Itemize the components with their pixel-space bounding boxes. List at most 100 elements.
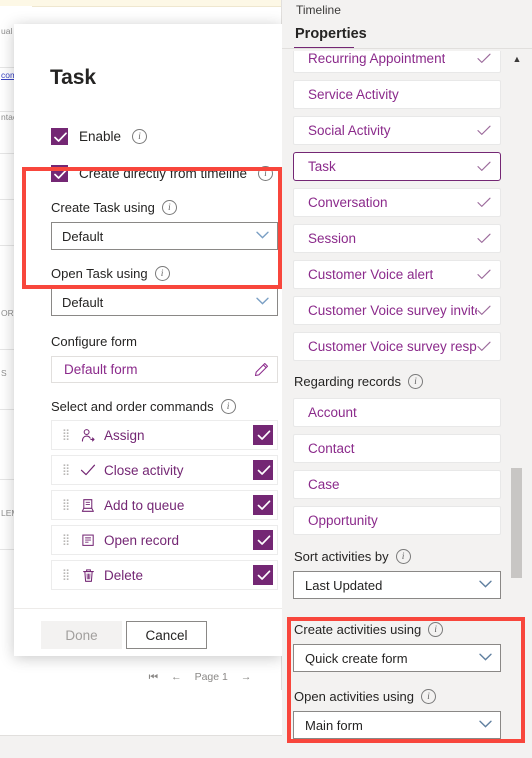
activity-item-social-activity[interactable]: Social Activity [293, 116, 501, 145]
activity-item-conversation[interactable]: Conversation [293, 188, 501, 217]
regarding-item-contact[interactable]: Contact [293, 434, 501, 463]
activity-item-customer-voice-survey-response[interactable]: Customer Voice survey response [293, 332, 501, 361]
checkmark-icon [477, 269, 491, 280]
configure-form-field[interactable]: Default form [51, 356, 278, 383]
pencil-icon[interactable] [254, 362, 269, 377]
create-directly-checkbox[interactable] [51, 165, 68, 182]
open-task-using-dropdown[interactable]: Default [51, 288, 278, 316]
open-task-using-label: Open Task using i [51, 266, 170, 281]
command-item[interactable]: ⣿ Add to queue [51, 490, 278, 520]
create-activities-value: Quick create form [305, 650, 408, 666]
enable-checkbox[interactable] [51, 128, 68, 145]
commands-list: ⣿ Assign ⣿ Close activity ⣿ Add to queue… [51, 420, 278, 595]
scroll-clip-mask [282, 49, 532, 51]
sort-activities-label: Sort activities by i [294, 549, 411, 564]
drag-handle-icon[interactable]: ⣿ [62, 570, 74, 581]
checkmark-icon [477, 341, 491, 352]
checkmark-icon [78, 463, 98, 477]
info-icon[interactable]: i [161, 200, 177, 215]
regarding-item-account[interactable]: Account [293, 398, 501, 427]
cancel-button[interactable]: Cancel [126, 621, 207, 649]
activity-label: Conversation [308, 195, 388, 210]
command-item[interactable]: ⣿ Close activity [51, 455, 278, 485]
regarding-item-case[interactable]: Case [293, 470, 501, 499]
drag-handle-icon[interactable]: ⣿ [62, 500, 74, 511]
activity-item-customer-voice-alert[interactable]: Customer Voice alert [293, 260, 501, 289]
pagination-control[interactable]: ⏮ ← Page 1 → [120, 664, 280, 690]
activity-item-service-activity[interactable]: Service Activity [293, 80, 501, 109]
command-checkbox[interactable] [253, 495, 273, 515]
activity-item-recurring-appointment[interactable]: Recurring Appointment [293, 49, 501, 73]
commands-label-text: Select and order commands [51, 399, 214, 414]
select-order-commands-label: Select and order commands i [51, 399, 236, 414]
scroll-up-icon[interactable]: ▲ [511, 54, 523, 64]
info-icon[interactable]: i [420, 689, 436, 704]
assign-person-icon [78, 428, 98, 443]
task-properties-dialog: Task Enable i Create directly from timel… [14, 24, 282, 656]
previous-page-icon[interactable]: ← [171, 671, 182, 683]
regarding-label: Account [308, 405, 357, 420]
create-directly-checkbox-row[interactable]: Create directly from timeline i [51, 165, 274, 182]
tab-properties[interactable]: Properties [295, 26, 367, 42]
properties-scrollbar-thumb[interactable] [511, 468, 522, 578]
dialog-footer: Done Cancel [14, 608, 282, 656]
create-activities-dropdown[interactable]: Quick create form [293, 644, 501, 672]
checkmark-icon [477, 305, 491, 316]
open-activities-dropdown[interactable]: Main form [293, 711, 501, 739]
command-label: Open record [104, 532, 180, 548]
info-icon[interactable]: i [428, 622, 444, 637]
drag-handle-icon[interactable]: ⣿ [62, 535, 74, 546]
configure-form-label: Configure form [51, 334, 137, 349]
activity-item-session[interactable]: Session [293, 224, 501, 253]
info-icon[interactable]: i [132, 129, 148, 144]
sort-activities-dropdown[interactable]: Last Updated [293, 571, 501, 599]
command-checkbox[interactable] [253, 425, 273, 445]
command-item[interactable]: ⣿ Open record [51, 525, 278, 555]
info-icon[interactable]: i [407, 374, 423, 389]
info-icon[interactable]: i [154, 266, 170, 281]
regarding-item-opportunity[interactable]: Opportunity [293, 506, 501, 535]
first-page-icon[interactable]: ⏮ [149, 671, 158, 684]
open-activities-value: Main form [305, 717, 363, 733]
activity-item-task[interactable]: Task [293, 152, 501, 181]
regarding-label: Contact [308, 441, 355, 456]
create-activities-label: Create activities using i [294, 622, 444, 637]
properties-panel: Timeline Properties Recurring Appointmen… [282, 0, 532, 757]
command-checkbox[interactable] [253, 460, 273, 480]
activity-label: Task [308, 159, 336, 174]
drag-handle-icon[interactable]: ⣿ [62, 465, 74, 476]
open-activities-label: Open activities using i [294, 689, 436, 704]
breadcrumb[interactable]: Timeline [296, 3, 341, 17]
create-directly-label: Create directly from timeline [79, 166, 248, 181]
open-task-using-value: Default [62, 294, 104, 310]
chevron-down-icon [479, 720, 492, 731]
command-label: Assign [104, 427, 145, 443]
next-page-icon[interactable]: → [241, 671, 252, 683]
trash-icon [78, 568, 98, 583]
create-task-using-label: Create Task using i [51, 200, 177, 215]
command-label: Add to queue [104, 497, 185, 513]
activity-label: Service Activity [308, 87, 399, 102]
command-checkbox[interactable] [253, 530, 273, 550]
info-icon[interactable]: i [395, 549, 411, 564]
properties-scroll-area: Recurring Appointment Service Activity S… [282, 49, 532, 757]
info-icon[interactable]: i [220, 399, 236, 414]
page-label: Page 1 [194, 671, 228, 683]
create-task-using-value: Default [62, 228, 104, 244]
info-icon[interactable]: i [258, 166, 274, 181]
open-activities-text: Open activities using [294, 689, 414, 704]
activity-item-customer-voice-survey-invite[interactable]: Customer Voice survey invite [293, 296, 501, 325]
dialog-title: Task [50, 66, 96, 89]
activity-label: Session [308, 231, 357, 246]
create-task-using-dropdown[interactable]: Default [51, 222, 278, 250]
enable-checkbox-row[interactable]: Enable i [51, 128, 148, 145]
command-item[interactable]: ⣿ Delete [51, 560, 278, 590]
checkmark-icon [477, 53, 491, 64]
drag-handle-icon[interactable]: ⣿ [62, 430, 74, 441]
command-item[interactable]: ⣿ Assign [51, 420, 278, 450]
command-checkbox[interactable] [253, 565, 273, 585]
done-button[interactable]: Done [41, 621, 122, 649]
configure-form-value: Default form [64, 362, 138, 377]
queue-icon [78, 498, 98, 513]
sort-activities-value: Last Updated [305, 577, 383, 593]
